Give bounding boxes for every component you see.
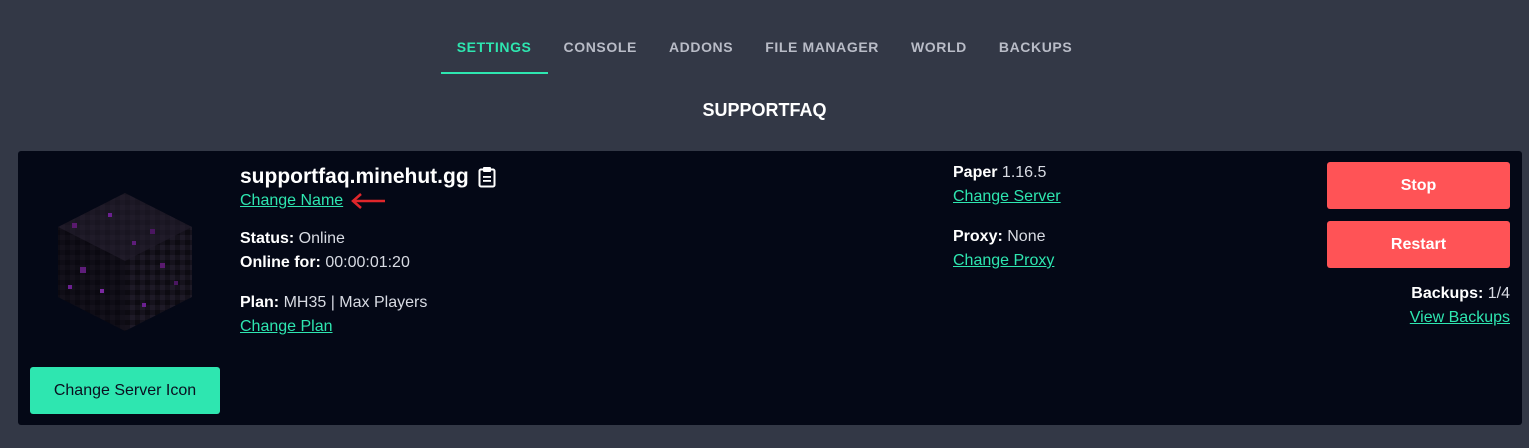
software-info: Paper 1.16.5 Change Server Proxy: None C… <box>953 161 1061 273</box>
red-arrow-annotation-icon <box>351 193 386 209</box>
server-info: supportfaq.minehut.gg Change Name Status… <box>240 165 497 339</box>
status-label: Status: <box>240 230 299 247</box>
tab-console[interactable]: CONSOLE <box>548 24 653 74</box>
change-server-link[interactable]: Change Server <box>953 185 1061 209</box>
change-plan-link[interactable]: Change Plan <box>240 315 333 339</box>
online-for-row: Online for: 00:00:01:20 <box>240 251 497 275</box>
tab-addons[interactable]: ADDONS <box>653 24 749 74</box>
restart-button[interactable]: Restart <box>1327 221 1510 268</box>
backups-label: Backups: <box>1411 285 1488 302</box>
change-server-icon-button[interactable]: Change Server Icon <box>30 367 220 414</box>
obsidian-block-icon <box>58 193 192 331</box>
server-address-row: supportfaq.minehut.gg <box>240 165 497 189</box>
backups-value: 1/4 <box>1487 285 1510 302</box>
online-for-label: Online for: <box>240 254 326 271</box>
plan-value: MH35 | Max Players <box>283 294 428 311</box>
tab-backups[interactable]: BACKUPS <box>983 24 1088 74</box>
change-proxy-link[interactable]: Change Proxy <box>953 249 1054 273</box>
change-name-row: Change Name <box>240 189 497 213</box>
proxy-label: Proxy: <box>953 228 1008 245</box>
plan-row: Plan: MH35 | Max Players <box>240 291 497 315</box>
online-for-value: 00:00:01:20 <box>325 254 410 271</box>
server-actions: Stop Restart Backups: 1/4 View Backups <box>1327 162 1510 330</box>
tab-world[interactable]: WORLD <box>895 24 983 74</box>
server-type-label: Paper <box>953 164 1002 181</box>
status-row: Status: Online <box>240 227 497 251</box>
proxy-value: None <box>1007 228 1046 245</box>
tab-file-manager[interactable]: FILE MANAGER <box>749 24 895 74</box>
plan-label: Plan: <box>240 294 284 311</box>
view-backups-link[interactable]: View Backups <box>1410 306 1510 330</box>
change-name-link[interactable]: Change Name <box>240 189 343 213</box>
server-address: supportfaq.minehut.gg <box>240 165 469 188</box>
page-title: SUPPORTFAQ <box>702 100 827 120</box>
tab-settings[interactable]: SETTINGS <box>440 24 548 74</box>
status-value: Online <box>298 230 345 247</box>
server-type-row: Paper 1.16.5 <box>953 161 1061 185</box>
server-tabs: SETTINGS CONSOLE ADDONS FILE MANAGER WOR… <box>0 24 1529 74</box>
server-version: 1.16.5 <box>1001 164 1047 181</box>
proxy-row: Proxy: None <box>953 225 1061 249</box>
stop-button[interactable]: Stop <box>1327 162 1510 209</box>
server-panel: Change Server Icon supportfaq.minehut.gg… <box>18 151 1522 425</box>
backups-row: Backups: 1/4 <box>1327 282 1510 306</box>
clipboard-icon[interactable] <box>477 166 497 188</box>
